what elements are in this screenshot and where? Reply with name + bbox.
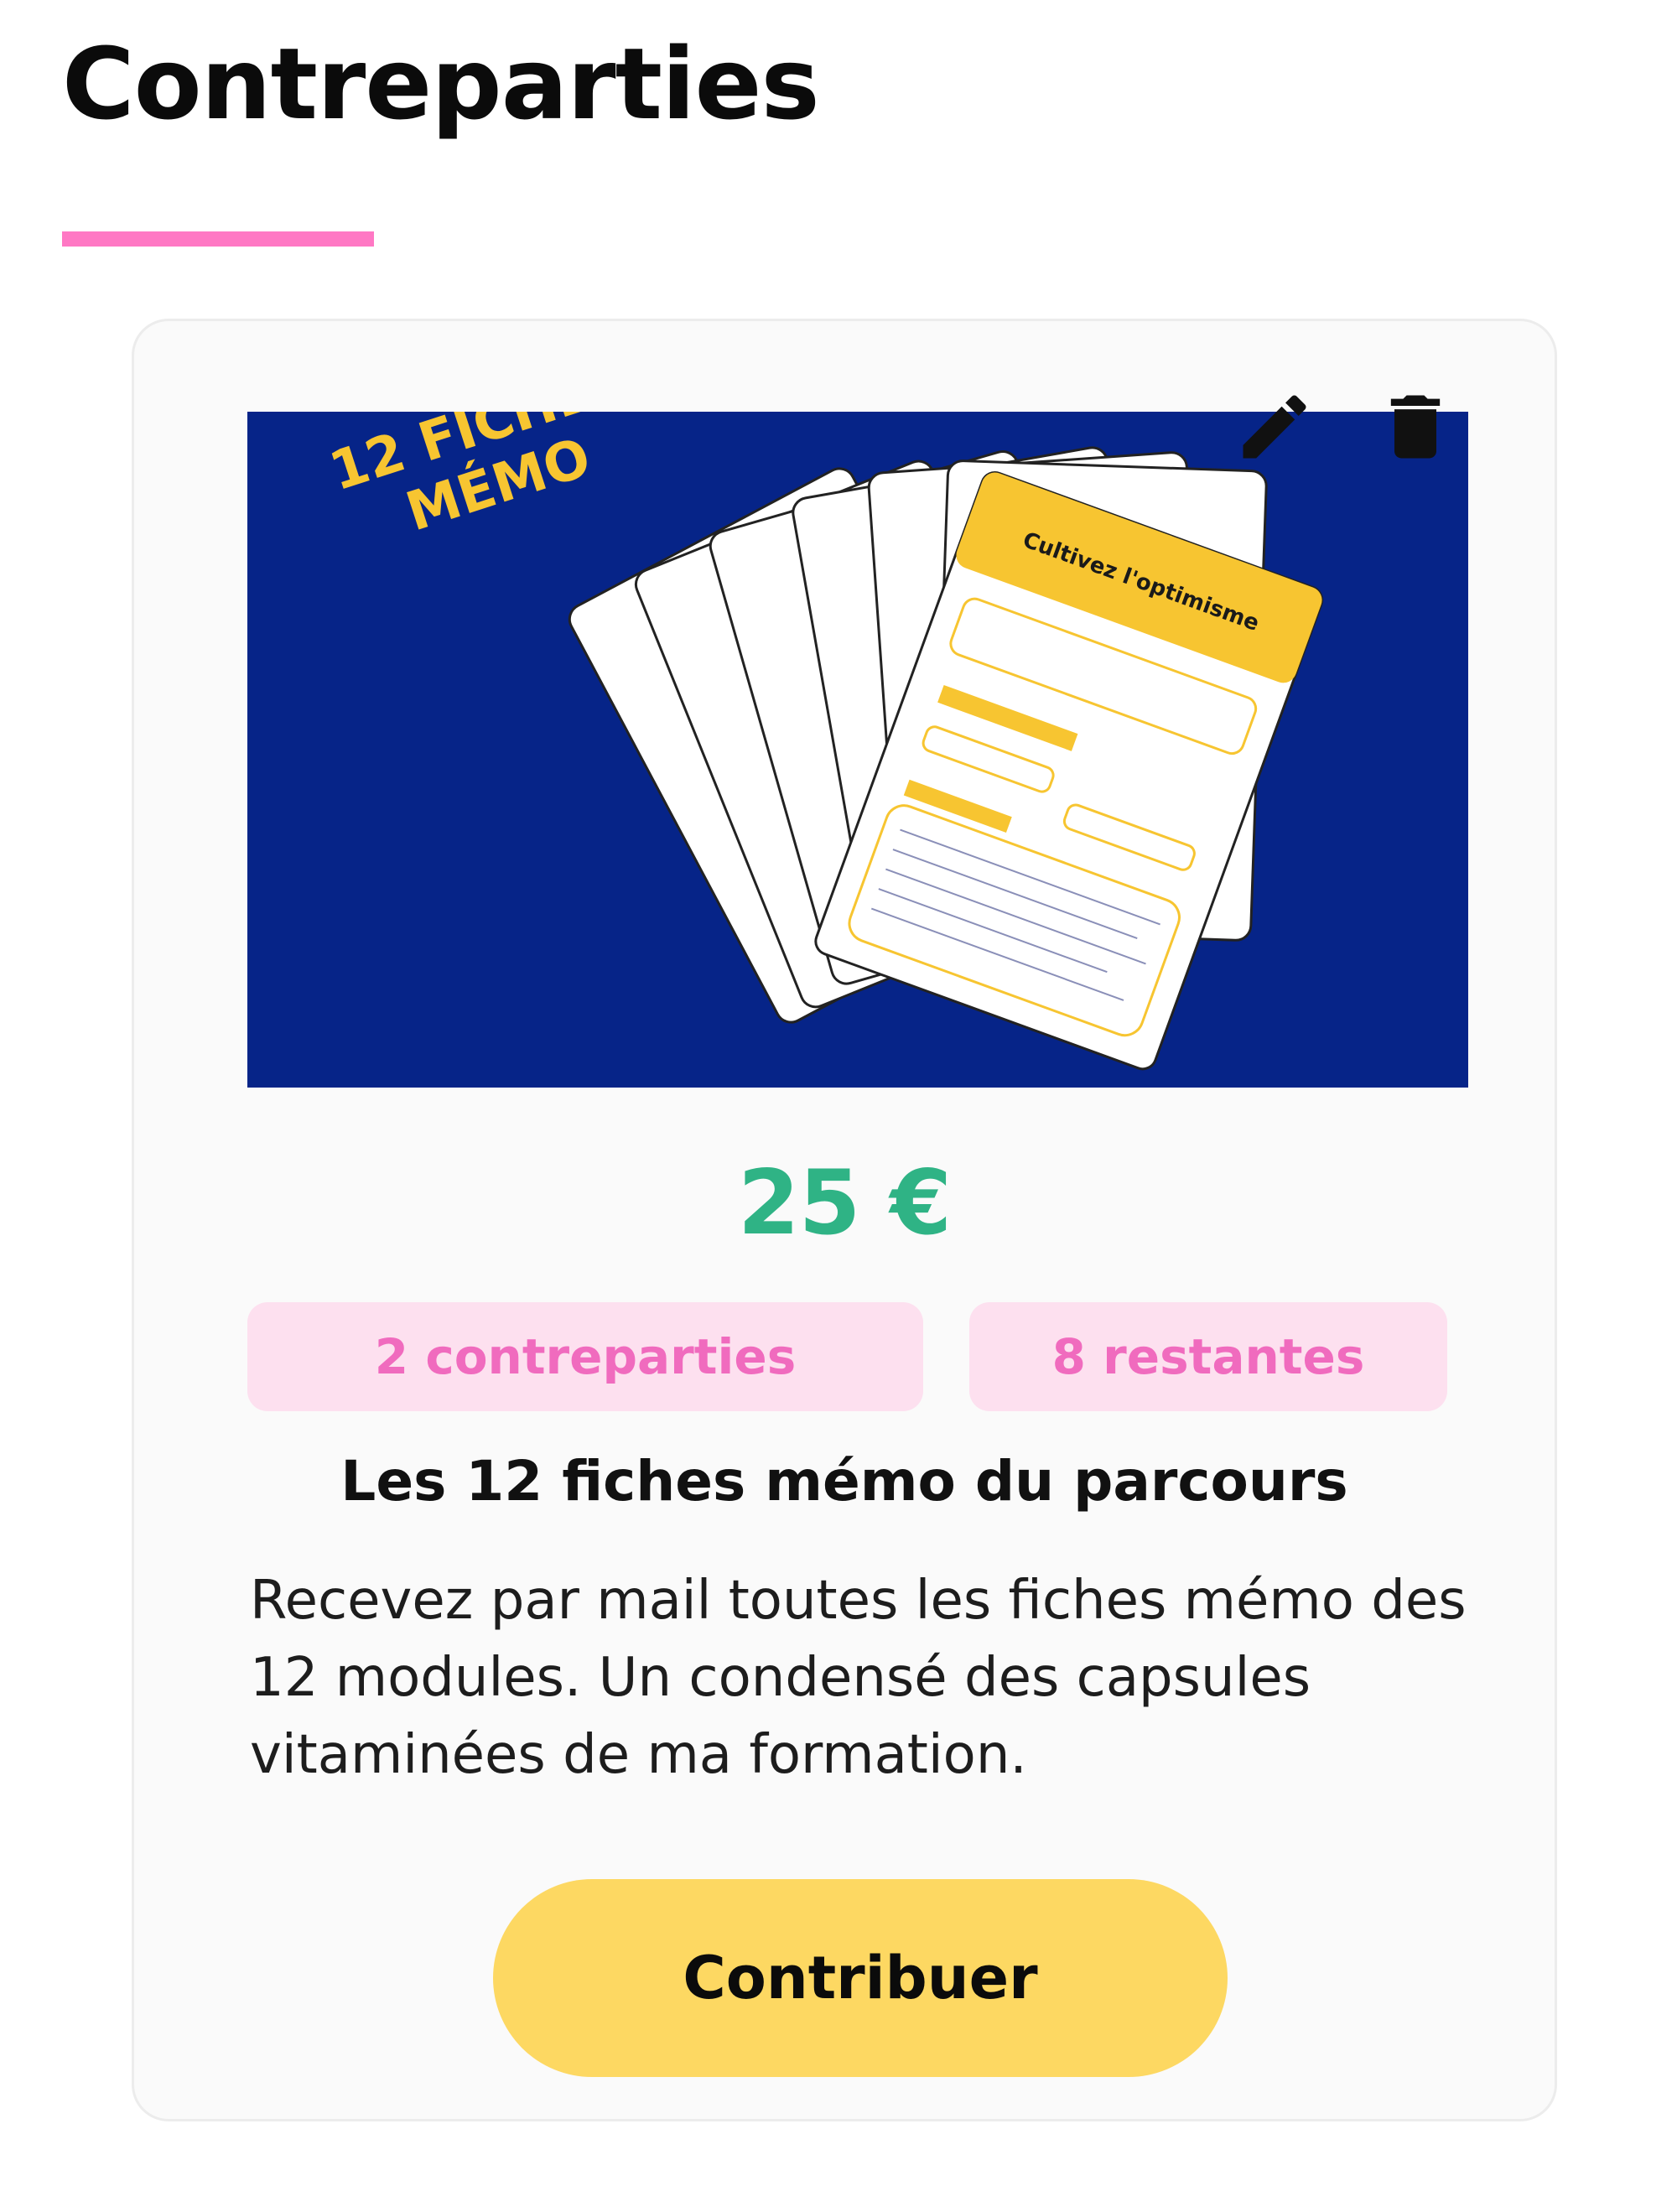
price: 25 € <box>737 1151 952 1254</box>
reward-description: Recevez par mail toutes les fiches mémo … <box>250 1570 1467 1786</box>
title-underline <box>62 231 374 247</box>
page-title: Contreparties <box>62 26 820 142</box>
delete-button[interactable] <box>1365 376 1466 477</box>
remaining-badge: 8 restantes <box>969 1302 1447 1411</box>
contribute-button[interactable]: Contribuer <box>493 1879 1228 2077</box>
pencil-icon <box>1243 395 1306 459</box>
reward-card: Cultivez l'optimisme 12 FICHES MÉMO 25 €… <box>132 319 1557 2121</box>
trash-icon <box>1390 395 1441 459</box>
count-badge: 2 contreparties <box>247 1302 923 1411</box>
edit-button[interactable] <box>1224 376 1325 477</box>
reward-image: Cultivez l'optimisme 12 FICHES MÉMO <box>247 412 1468 1088</box>
reward-title: Les 12 fiches mémo du parcours <box>340 1449 1348 1514</box>
